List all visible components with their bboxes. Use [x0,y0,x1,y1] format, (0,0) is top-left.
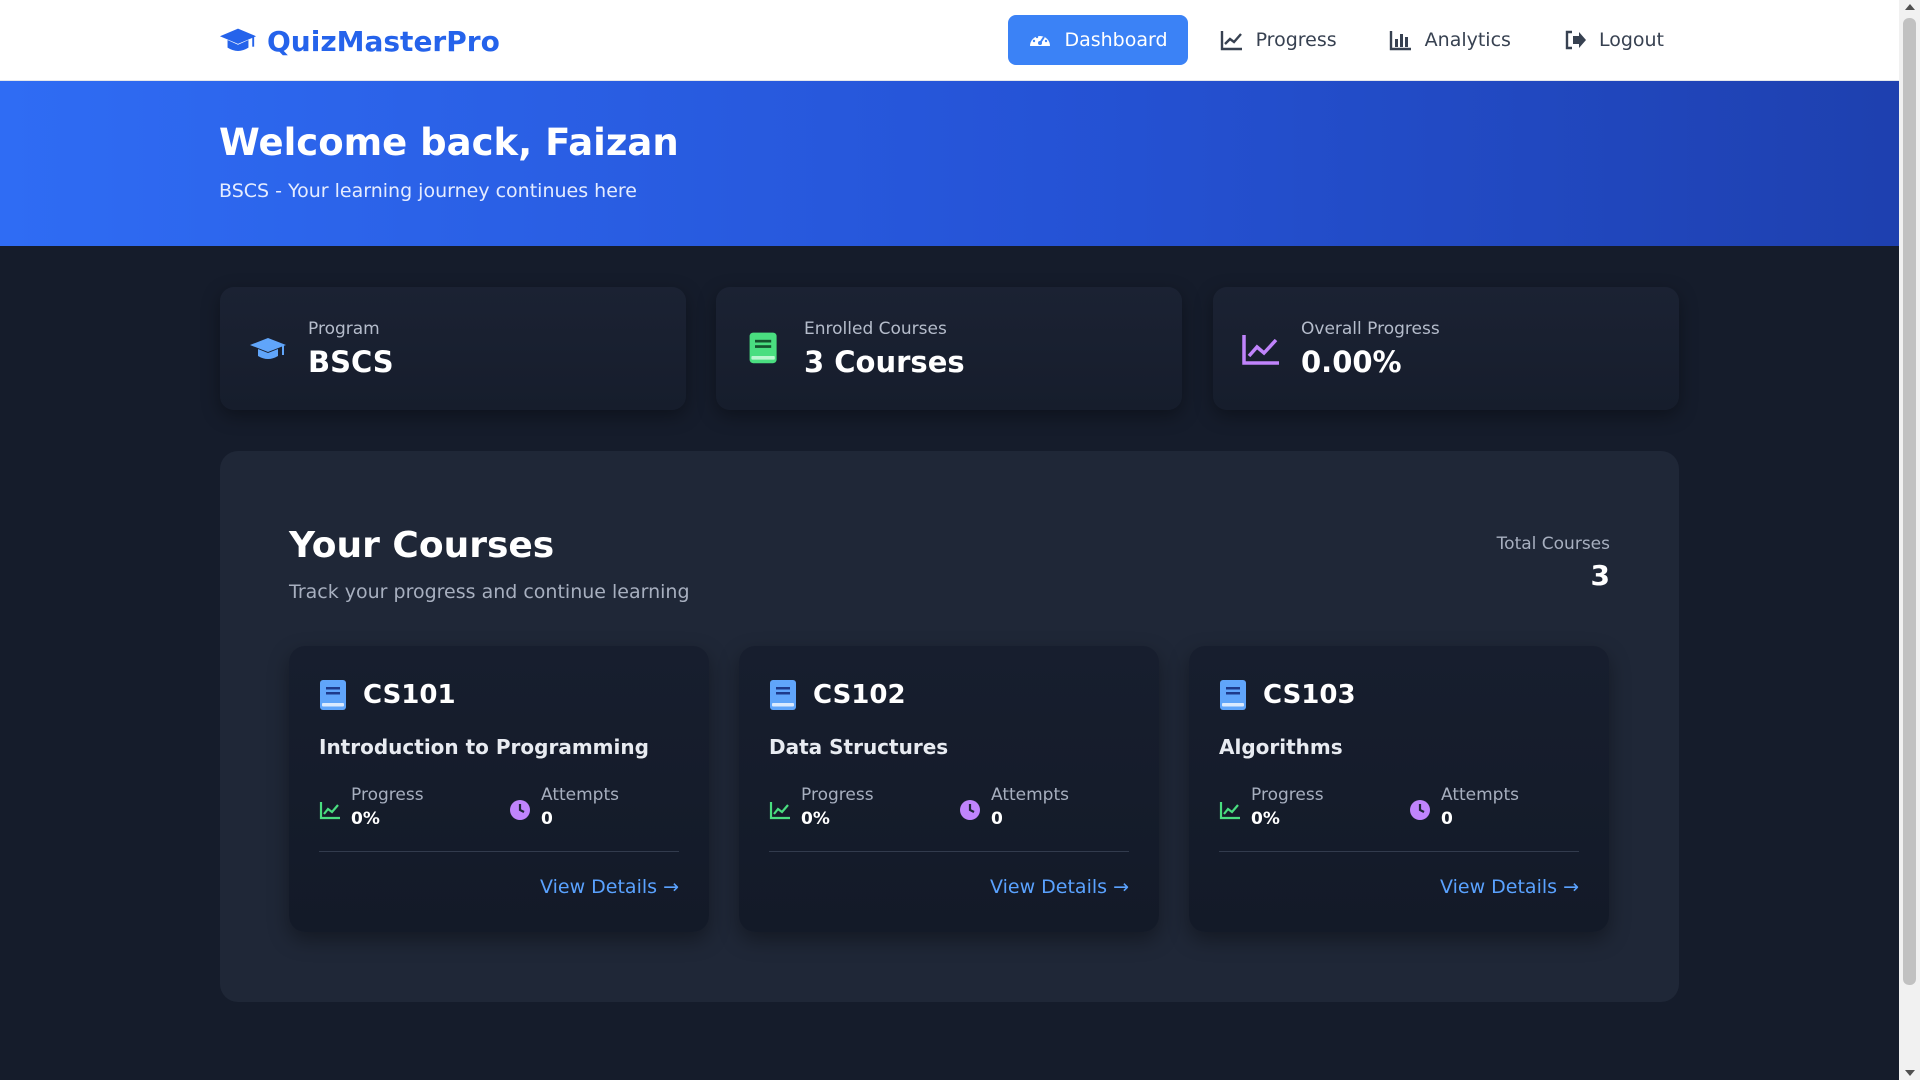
nav-logout-label: Logout [1598,29,1664,51]
progress-label: Progress [351,785,424,805]
clock-icon [960,800,980,820]
course-card-cs103[interactable]: CS103 Algorithms Progress 0% Attempts 0 … [1189,646,1609,932]
chart-line-icon [1242,335,1279,365]
progress-label: Progress [1251,785,1324,805]
brand-logo[interactable]: QuizMasterPro [219,22,500,60]
bar-chart-icon [1389,31,1411,51]
attempts-value: 0 [541,809,553,829]
progress-value: 0% [1251,809,1280,829]
view-details-link[interactable]: View Details → [990,876,1129,898]
chart-line-icon [769,802,790,820]
gauge-icon [1030,35,1051,46]
welcome-title: Welcome back, Faizan [219,121,679,164]
attempts-value: 0 [991,809,1003,829]
progress-value: 0% [801,809,830,829]
book-icon [320,680,346,710]
course-attempts: Attempts 0 [1409,785,1519,829]
view-details-link[interactable]: View Details → [540,876,679,898]
chart-line-icon [1219,802,1240,820]
card-divider [319,851,679,852]
nav-analytics-label: Analytics [1424,29,1511,51]
stat-label: Overall Progress [1301,319,1440,339]
progress-label: Progress [801,785,874,805]
stat-card-program: Program BSCS [220,287,686,410]
graduation-cap-icon [250,338,286,359]
stat-card-enrolled: Enrolled Courses 3 Courses [716,287,1182,410]
nav-dashboard[interactable]: Dashboard [1008,15,1188,65]
course-title: Data Structures [769,735,949,759]
course-attempts: Attempts 0 [959,785,1069,829]
book-icon [1220,680,1246,710]
attempts-value: 0 [1441,809,1453,829]
attempts-label: Attempts [991,785,1069,805]
stat-value: 0.00% [1301,345,1402,379]
stat-label: Program [308,319,380,339]
top-navbar: QuizMasterPro Dashboard Progress Analyti… [0,0,1899,81]
book-icon [770,680,796,710]
chart-line-icon [1220,31,1242,51]
page-scrollbar[interactable] [1899,0,1920,1080]
card-divider [769,851,1129,852]
attempts-label: Attempts [1441,785,1519,805]
course-card-cs101[interactable]: CS101 Introduction to Programming Progre… [289,646,709,932]
course-attempts: Attempts 0 [509,785,619,829]
graduation-cap-icon [219,28,257,51]
course-code: CS101 [363,680,456,710]
course-card-cs102[interactable]: CS102 Data Structures Progress 0% Attemp… [739,646,1159,932]
total-courses-label: Total Courses [1496,534,1610,554]
stat-value: 3 Courses [804,345,965,379]
stat-label: Enrolled Courses [804,319,947,339]
welcome-banner: Welcome back, Faizan BSCS - Your learnin… [0,81,1899,246]
total-courses-value: 3 [1590,559,1610,592]
clock-icon [1410,800,1430,820]
nav-dashboard-label: Dashboard [1064,29,1168,51]
course-progress: Progress 0% [769,785,874,829]
course-title: Introduction to Programming [319,735,649,759]
welcome-subtitle: BSCS - Your learning journey continues h… [219,180,637,202]
main-nav: Dashboard Progress Analytics Logout [1008,15,1684,65]
courses-title: Your Courses [289,525,555,566]
courses-subtitle: Track your progress and continue learnin… [289,581,690,603]
course-progress: Progress 0% [1219,785,1324,829]
course-code: CS102 [813,680,906,710]
logout-icon [1565,30,1586,50]
attempts-label: Attempts [541,785,619,805]
view-details-link[interactable]: View Details → [1440,876,1579,898]
book-icon [749,332,777,364]
nav-progress[interactable]: Progress [1200,15,1357,65]
courses-panel: Your Courses Track your progress and con… [220,451,1679,1002]
clock-icon [510,800,530,820]
nav-logout[interactable]: Logout [1543,15,1684,65]
course-code: CS103 [1263,680,1356,710]
nav-progress-label: Progress [1255,29,1337,51]
progress-value: 0% [351,809,380,829]
scrollbar-thumb[interactable] [1903,18,1916,985]
chart-line-icon [319,802,340,820]
card-divider [1219,851,1579,852]
nav-analytics[interactable]: Analytics [1369,15,1531,65]
brand-name: QuizMasterPro [267,24,500,58]
scroll-up-arrow-icon[interactable] [1905,4,1915,10]
course-progress: Progress 0% [319,785,424,829]
stat-card-progress: Overall Progress 0.00% [1213,287,1679,410]
course-title: Algorithms [1219,735,1343,759]
scroll-down-arrow-icon[interactable] [1905,1070,1915,1076]
stat-value: BSCS [308,345,394,379]
